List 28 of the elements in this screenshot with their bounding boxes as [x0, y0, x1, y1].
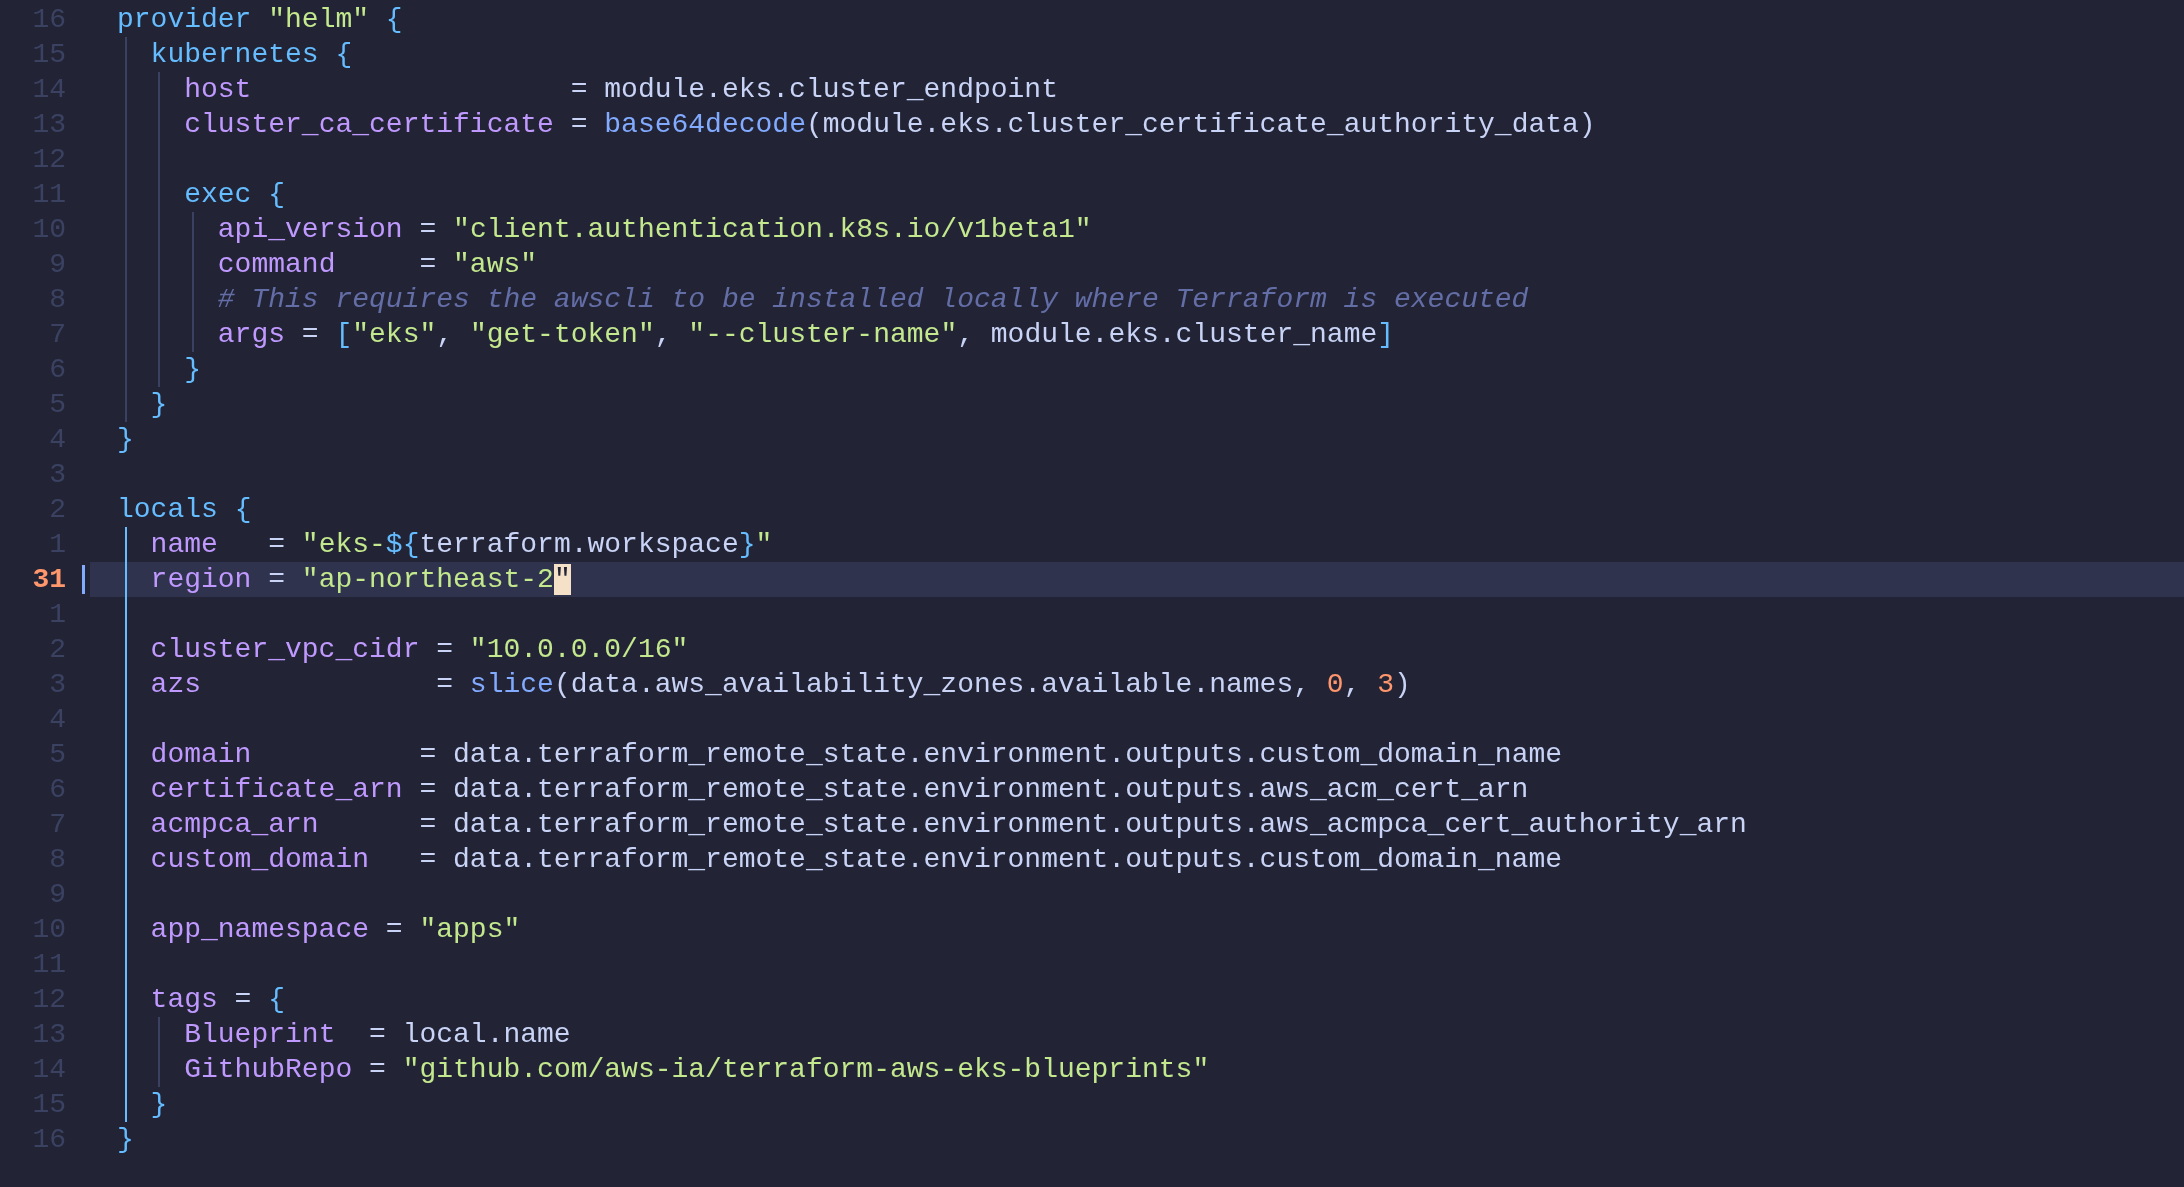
code-line: azs = slice(data.aws_availability_zones.available.names, 0, 3)	[149, 668, 1411, 702]
code-line: acmpca_arn = data.terraform_remote_state.environment.outputs.aws_acmpca_cert_authority_arn	[149, 808, 1747, 842]
code-line: tags = {	[149, 983, 286, 1017]
code-line: custom_domain = data.terraform_remote_state.environment.outputs.custom_domain_name	[149, 843, 1563, 877]
code-line: domain = data.terraform_remote_state.environment.outputs.custom_domain_name	[149, 738, 1563, 772]
code-line: host = module.eks.cluster_endpoint	[183, 73, 1058, 107]
line-number: 31	[31, 563, 66, 597]
code-line: api_version = "client.authentication.k8s.io/v1beta1"	[216, 213, 1092, 247]
code-line: app_namespace = "apps"	[149, 913, 521, 947]
code-line: args = ["eks", "get-token", "--cluster-name", module.eks.cluster_name]	[216, 318, 1395, 352]
code-line: }	[183, 353, 201, 387]
code-line: certificate_arn = data.terraform_remote_state.environment.outputs.aws_acm_cert_arn	[149, 773, 1529, 807]
code-line: provider "helm" {	[117, 3, 403, 37]
code-line: GithubRepo = "github.com/aws-ia/terraform-aws-eks-blueprints"	[183, 1053, 1210, 1087]
code-line: exec {	[183, 178, 286, 212]
code-line: Blueprint = local.name	[183, 1018, 571, 1052]
code-line: }	[149, 1088, 168, 1122]
code-line: # This requires the awscli to be installed locally where Terraform is executed	[216, 283, 1529, 317]
code-line: name = "eks-${terraform.workspace}"	[149, 528, 773, 562]
code-line: command = "aws"	[216, 248, 538, 282]
code-line: }	[117, 423, 134, 457]
code-line: cluster_vpc_cidr = "10.0.0.0/16"	[149, 633, 689, 667]
code-line: }	[149, 388, 168, 422]
code-line: }	[117, 1123, 134, 1157]
code-line: kubernetes {	[149, 38, 353, 72]
code-line: cluster_ca_certificate = base64decode(module.eks.cluster_certificate_authority_data)	[183, 108, 1596, 142]
code-line: locals {	[117, 493, 252, 527]
code-line: region = "ap-northeast-2"	[149, 563, 571, 597]
